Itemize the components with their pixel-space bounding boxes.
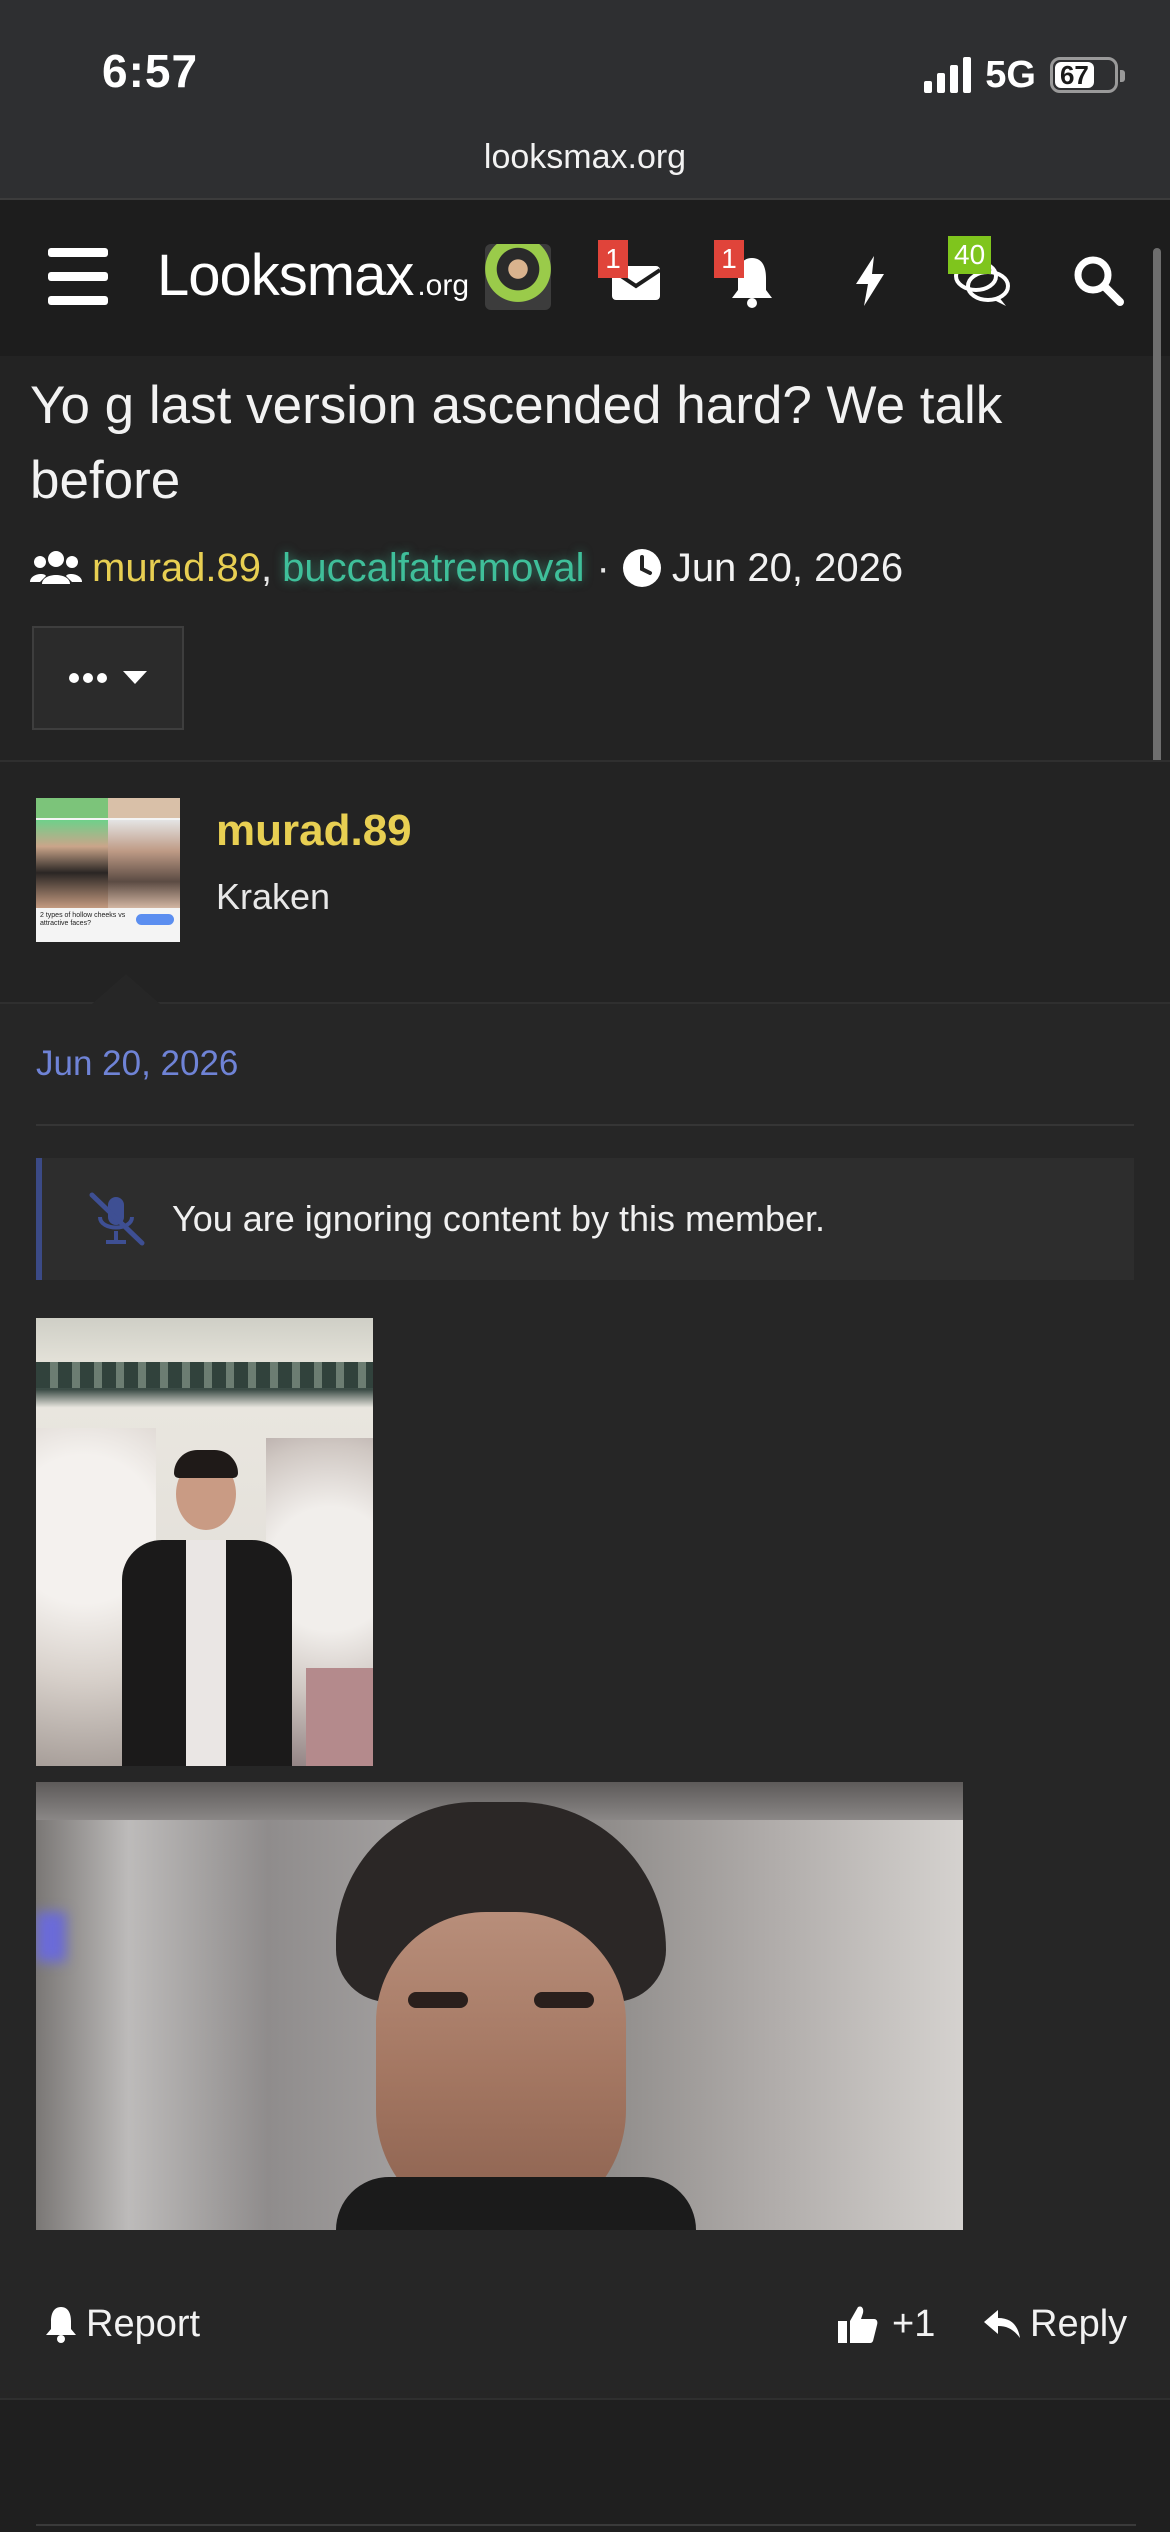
thumbs-up-icon: [838, 2306, 878, 2343]
participant-link[interactable]: murad.89: [92, 546, 261, 591]
battery-level: 67: [1055, 60, 1094, 90]
thread-title: Yo g last version ascended hard? We talk…: [30, 376, 1003, 510]
reply-label: Reply: [1030, 2302, 1128, 2345]
new-posts-button[interactable]: 40: [948, 236, 1012, 310]
status-time: 6:57: [102, 45, 199, 97]
whats-new-button[interactable]: [840, 250, 900, 310]
report-label: Report: [86, 2302, 201, 2345]
thread-tools-button[interactable]: [32, 626, 184, 730]
participant-separator: ,: [260, 545, 273, 590]
post-author-avatar[interactable]: 2 types of hollow cheeks vs attractive f…: [36, 798, 180, 942]
conversations-badge: 1: [598, 240, 628, 278]
bell-icon: [46, 2307, 76, 2343]
account-avatar[interactable]: [485, 244, 551, 310]
report-button[interactable]: Report: [44, 2296, 200, 2352]
avatar-caption: 2 types of hollow cheeks vs attractive f…: [40, 912, 126, 927]
status-indicators: 5G 67: [924, 52, 1125, 98]
menu-icon[interactable]: [48, 248, 110, 306]
network-label: 5G: [985, 53, 1036, 96]
logo-text: Looksmax: [157, 243, 414, 308]
caret-down-icon: [123, 671, 147, 684]
like-count: +1: [892, 2302, 936, 2345]
conversations-button[interactable]: 1: [598, 240, 666, 310]
battery-icon: 67: [1050, 57, 1125, 93]
message-arrow: [92, 974, 160, 1004]
signal-icon: [924, 57, 972, 93]
post-image[interactable]: [36, 1318, 373, 1766]
url-bar[interactable]: looksmax.org: [0, 138, 1170, 177]
status-bar: 6:57 5G 67 looksmax.org: [0, 0, 1170, 200]
clock-icon: [622, 549, 661, 587]
search-button[interactable]: [1068, 250, 1128, 310]
thread-meta: murad.89 , buccalfatremoval · Jun 20, 20…: [30, 540, 903, 596]
site-navbar: Looksmax .org 1 1 40: [0, 200, 1170, 356]
more-dots-icon: [69, 673, 107, 683]
users-icon: [30, 551, 82, 584]
site-logo[interactable]: Looksmax .org: [157, 242, 469, 312]
meta-dot: ·: [596, 545, 610, 590]
post-author-name[interactable]: murad.89: [216, 806, 412, 856]
like-button[interactable]: +1: [836, 2296, 935, 2352]
post-user-block: 2 types of hollow cheeks vs attractive f…: [0, 762, 1170, 1002]
reply-arrow-icon: [984, 2310, 1020, 2338]
divider: [36, 1124, 1134, 1126]
new-posts-badge: 40: [948, 236, 992, 274]
page-footer-area: [0, 2400, 1170, 2532]
bolt-icon: [856, 256, 884, 306]
ignored-notice-text: You are ignoring content by this member.: [172, 1198, 826, 1239]
logo-tld: .org: [417, 269, 470, 302]
thread-date[interactable]: Jun 20, 2026: [672, 546, 903, 591]
microphone-slash-icon: [89, 1192, 145, 1246]
search-icon: [1074, 256, 1124, 306]
divider: [36, 2524, 1136, 2526]
avatar-pill: [136, 914, 174, 925]
alerts-button[interactable]: 1: [714, 240, 782, 310]
participant-link[interactable]: buccalfatremoval: [282, 546, 584, 591]
ignored-notice: You are ignoring content by this member.: [36, 1158, 1134, 1280]
reply-button[interactable]: Reply: [982, 2296, 1127, 2352]
post-image[interactable]: [36, 1782, 963, 2230]
post-author-title: Kraken: [216, 876, 331, 917]
alerts-badge: 1: [714, 240, 744, 278]
post-date[interactable]: Jun 20, 2026: [36, 1044, 238, 1084]
